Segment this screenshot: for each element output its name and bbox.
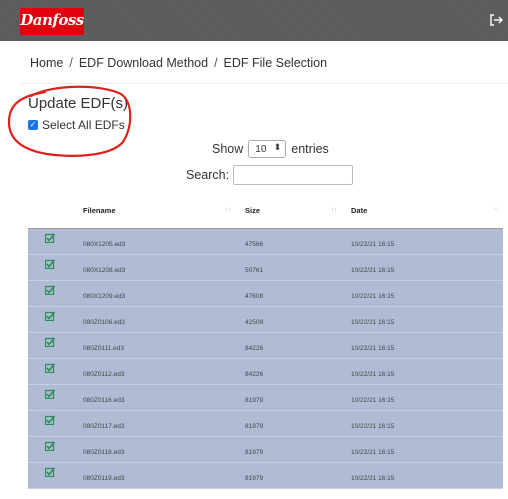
table-row[interactable]: 080Z0117.ed3 81979 10/22/21 16:15: [28, 411, 503, 437]
col-size[interactable]: Size: [245, 206, 260, 215]
logo-text: Danfoss: [20, 11, 84, 29]
sort-asc-icon[interactable]: ↑↓: [225, 207, 231, 213]
row-checkbox-icon[interactable]: [45, 259, 55, 269]
edf-table: Filename ↑↓ Size ↑↓ Date ↑↓ 080X1205.ed3…: [28, 198, 503, 489]
table-row[interactable]: 080Z0119.ed3 81979 10/22/21 16:15: [28, 463, 503, 489]
breadcrumb: Home / EDF Download Method / EDF File Select…: [30, 56, 327, 70]
cell-date: 10/22/21 16:15: [351, 267, 395, 274]
cell-size: 81979: [245, 423, 264, 430]
table-row[interactable]: 080Z0118.ed3 81979 10/22/21 16:15: [28, 437, 503, 463]
table-row[interactable]: 080Z0111.ed3 84226 10/22/21 16:15: [28, 333, 503, 359]
top-navbar: Danfoss: [0, 0, 508, 41]
col-filename[interactable]: Filename: [83, 206, 116, 215]
cell-date: 10/22/21 16:15: [351, 475, 395, 482]
cell-filename: 080Z0119.ed3: [83, 475, 125, 482]
cell-date: 10/22/21 16:15: [351, 449, 395, 456]
cell-date: 10/22/21 16:15: [351, 319, 395, 326]
table-header: Filename ↑↓ Size ↑↓ Date ↑↓: [28, 198, 503, 229]
cell-filename: 080Z0106.ed3: [83, 319, 125, 326]
cell-date: 10/22/21 16:15: [351, 371, 395, 378]
breadcrumb-separator: /: [214, 56, 218, 70]
entries-suffix: entries: [291, 142, 329, 156]
row-checkbox-icon[interactable]: [45, 415, 55, 425]
cell-filename: 080Z0112.ed3: [83, 371, 125, 378]
cell-filename: 080X1209.ed3: [83, 293, 126, 300]
col-date[interactable]: Date: [351, 206, 367, 215]
entries-select[interactable]: 10 ⬍: [248, 140, 287, 158]
annotation-circle: [7, 85, 132, 157]
cell-date: 10/22/21 16:15: [351, 423, 395, 430]
table-row[interactable]: 080X1209.ed3 47608 10/22/21 16:15: [28, 281, 503, 307]
cell-size: 47566: [245, 241, 264, 248]
cell-date: 10/22/21 16:15: [351, 345, 395, 352]
row-checkbox-icon[interactable]: [45, 337, 55, 347]
cell-size: 81979: [245, 475, 264, 482]
cell-filename: 080X1208.ed3: [83, 267, 126, 274]
danfoss-logo[interactable]: Danfoss: [20, 8, 84, 35]
cell-date: 10/22/21 16:15: [351, 293, 395, 300]
sort-icon[interactable]: ↑↓: [493, 207, 499, 213]
cell-size: 84226: [245, 345, 264, 352]
search-control: Search:: [186, 165, 354, 185]
table-row[interactable]: 080Z0106.ed3 42509 10/22/21 16:15: [28, 307, 503, 333]
table-row[interactable]: 080Z0116.ed3 81979 10/22/21 16:15: [28, 385, 503, 411]
sort-icon[interactable]: ↑↓: [331, 207, 337, 213]
cell-size: 50761: [245, 267, 264, 274]
row-checkbox-icon[interactable]: [45, 311, 55, 321]
row-checkbox-icon[interactable]: [45, 389, 55, 399]
cell-size: 47608: [245, 293, 264, 300]
table-row[interactable]: 080Z0112.ed3 84226 10/22/21 16:15: [28, 359, 503, 385]
breadcrumb-edf-file-selection: EDF File Selection: [223, 56, 328, 70]
cell-filename: 080Z0118.ed3: [83, 449, 125, 456]
entries-value: 10: [255, 143, 267, 155]
row-checkbox-icon[interactable]: [45, 441, 55, 451]
cell-filename: 080X1205.ed3: [83, 241, 126, 248]
cell-filename: 080Z0111.ed3: [83, 345, 124, 352]
cell-size: 84226: [245, 371, 264, 378]
row-checkbox-icon[interactable]: [45, 363, 55, 373]
breadcrumb-separator: /: [69, 56, 73, 70]
show-entries-control: Show 10 ⬍ entries: [212, 140, 329, 158]
cell-filename: 080Z0117.ed3: [83, 423, 125, 430]
select-caret-icon: ⬍: [273, 142, 282, 152]
row-checkbox-icon[interactable]: [45, 233, 55, 243]
breadcrumb-edf-download-method[interactable]: EDF Download Method: [79, 56, 208, 70]
cell-size: 81979: [245, 449, 264, 456]
table-row[interactable]: 080X1208.ed3 50761 10/22/21 16:15: [28, 255, 503, 281]
search-input[interactable]: [233, 165, 354, 185]
cell-size: 81979: [245, 397, 264, 404]
cell-filename: 080Z0116.ed3: [83, 397, 125, 404]
row-checkbox-icon[interactable]: [45, 467, 55, 477]
show-label: Show: [212, 142, 244, 156]
table-row[interactable]: 080X1205.ed3 47566 10/22/21 16:15: [28, 229, 503, 255]
cell-date: 10/22/21 16:15: [351, 241, 395, 248]
cell-size: 42509: [245, 319, 264, 326]
table-body: 080X1205.ed3 47566 10/22/21 16:15 080X1208.…: [28, 229, 503, 489]
cell-date: 10/22/21 16:15: [351, 397, 395, 404]
search-label: Search:: [186, 168, 230, 182]
logout-icon[interactable]: [488, 12, 504, 28]
breadcrumb-home[interactable]: Home: [30, 56, 63, 70]
row-checkbox-icon[interactable]: [45, 285, 55, 295]
